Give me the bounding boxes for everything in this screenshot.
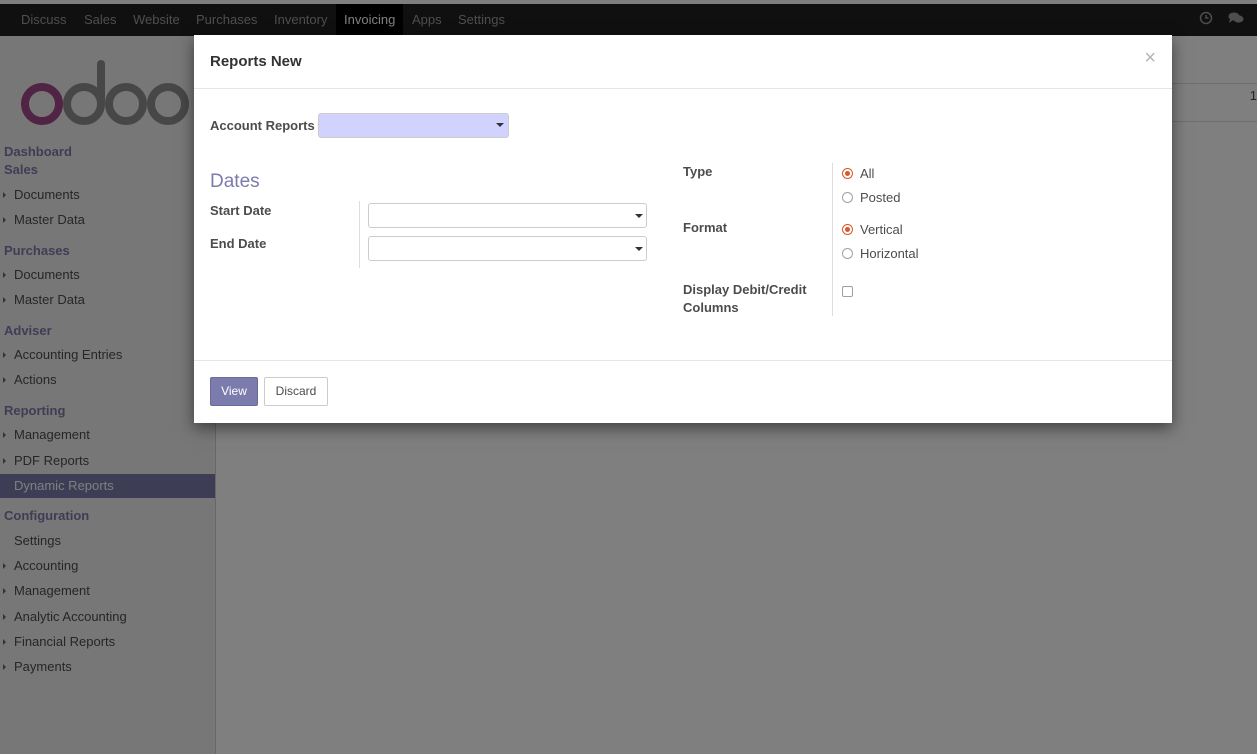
divider [832,163,833,316]
format-vertical-label[interactable]: Vertical [860,222,903,237]
dates-heading: Dates [210,171,260,192]
close-icon[interactable]: × [1144,47,1156,70]
divider [194,360,1172,361]
account-reports-label: Account Reports [210,118,315,133]
type-all-radio[interactable] [842,168,853,179]
dialog-title: Reports New [210,53,302,70]
view-button[interactable]: View [210,377,258,406]
format-horizontal-radio[interactable] [842,248,853,259]
format-vertical-radio[interactable] [842,224,853,235]
reports-dialog: Reports New × Account Reports Dates Star… [194,35,1172,423]
start-date-input[interactable] [368,203,647,228]
chevron-down-icon [635,214,643,218]
end-date-input[interactable] [368,236,647,261]
debit-credit-checkbox[interactable] [842,286,853,297]
debit-credit-label: Display Debit/Credit Columns [683,282,807,315]
divider [359,201,360,268]
type-posted-label[interactable]: Posted [860,190,900,205]
format-horizontal-label[interactable]: Horizontal [860,246,919,261]
discard-button[interactable]: Discard [264,377,328,406]
start-date-label: Start Date [210,203,272,218]
end-date-label: End Date [210,236,267,251]
format-label: Format [683,220,728,235]
chevron-down-icon [496,123,504,127]
type-all-label[interactable]: All [860,166,874,181]
divider [194,88,1172,89]
type-posted-radio[interactable] [842,192,853,203]
chevron-down-icon [635,247,643,251]
type-label: Type [683,164,713,179]
account-reports-select[interactable] [318,113,509,138]
